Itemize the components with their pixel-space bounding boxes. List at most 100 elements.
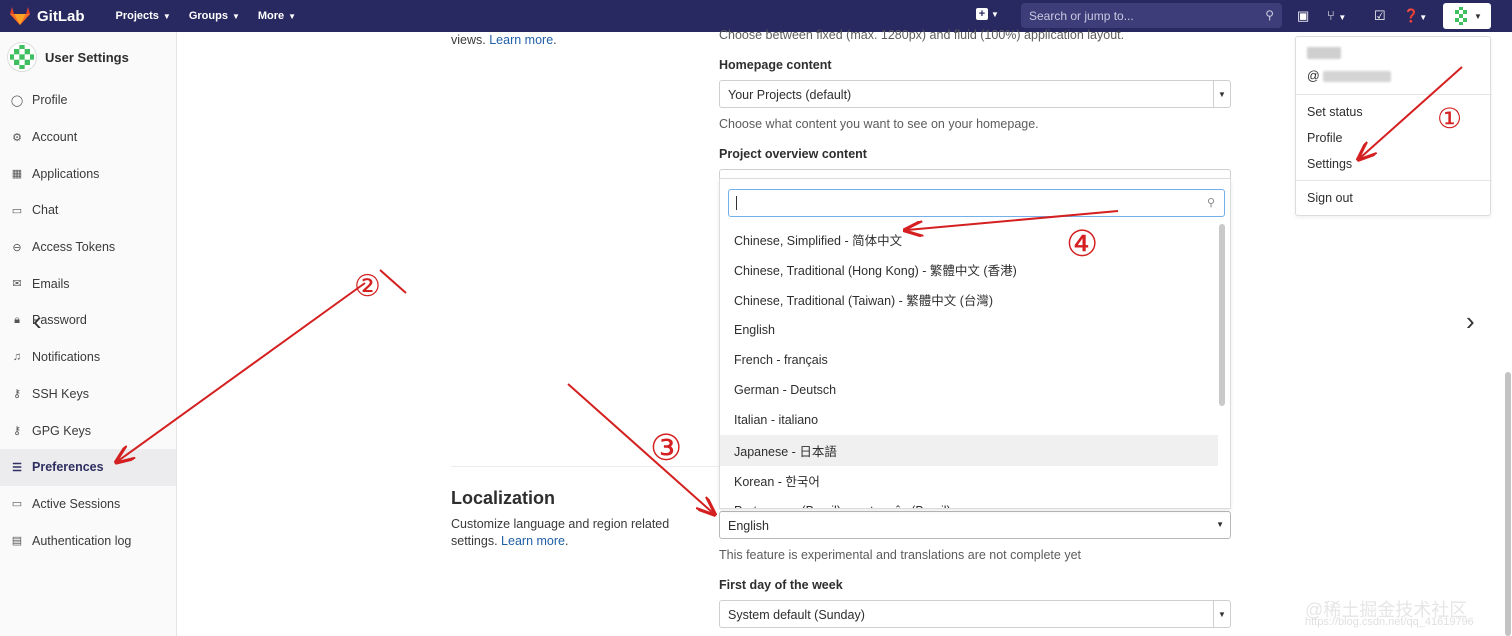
learn-more-link[interactable]: Learn more xyxy=(501,534,565,548)
sidebar-item-chat[interactable]: ▭ Chat xyxy=(0,192,176,229)
nav-more-label: More xyxy=(257,10,285,22)
chevron-down-icon: ▼ xyxy=(1216,520,1224,529)
lock-icon: 🔒︎ xyxy=(14,313,20,326)
homepage-content-label: Homepage content xyxy=(719,58,832,72)
first-day-value: System default (Sunday) xyxy=(728,608,865,622)
sidebar-item-label: Emails xyxy=(32,276,70,291)
sidebar-item-authentication-log[interactable]: ▤ Authentication log xyxy=(0,522,176,559)
sidebar-item-emails[interactable]: ✉ Emails xyxy=(0,265,176,302)
sidebar-item-label: SSH Keys xyxy=(32,386,89,401)
language-option-highlighted[interactable]: Japanese - 日本語 xyxy=(720,435,1218,466)
nav-projects[interactable]: Projects ▼ xyxy=(107,0,180,32)
language-dropdown: ⚲ Chinese, Simplified - 简体中文 Chinese, Tr… xyxy=(719,178,1231,509)
monitor-icon: ▭ xyxy=(11,498,23,511)
page-scrollbar[interactable] xyxy=(1505,372,1511,636)
search-icon: ⚲ xyxy=(1265,8,1274,22)
sidebar-item-applications[interactable]: ▦ Applications xyxy=(0,155,176,192)
settings-item[interactable]: Settings xyxy=(1307,157,1352,171)
first-day-label: First day of the week xyxy=(719,578,843,592)
nav-groups[interactable]: Groups ▼ xyxy=(180,0,249,32)
language-option[interactable]: French - français xyxy=(720,345,1218,375)
sidebar-item-profile[interactable]: ◯ Profile xyxy=(0,82,176,119)
language-value: English xyxy=(728,519,769,533)
log-icon: ▤ xyxy=(11,535,23,548)
homepage-content-select[interactable]: Your Projects (default) ▼ xyxy=(719,80,1231,108)
avatar-icon xyxy=(1452,7,1471,25)
sidebar-item-gpg-keys[interactable]: ⚷ GPG Keys xyxy=(0,412,176,449)
previous-arrow-icon[interactable]: ‹ xyxy=(33,306,42,337)
annotation-arrow-3 xyxy=(567,383,713,513)
bell-icon: ♫ xyxy=(12,351,22,364)
chevron-down-icon: ▼ xyxy=(162,11,171,21)
user-avatar-button[interactable]: ▼ xyxy=(1443,3,1491,29)
applications-icon: ▦ xyxy=(11,168,23,181)
annotation-label-3: ③ xyxy=(650,427,682,468)
layout-help-text: Choose between fixed (max. 1280px) and f… xyxy=(719,28,1125,42)
new-item-button[interactable]: + ▼ xyxy=(976,8,999,20)
sidebar-item-account[interactable]: ⚙ Account xyxy=(0,119,176,156)
token-icon: ⊖ xyxy=(12,241,22,254)
text-cursor xyxy=(736,196,737,210)
username-prefix: @ xyxy=(1307,69,1320,83)
menu-divider xyxy=(1296,180,1492,181)
sidebar-item-label: Chat xyxy=(32,203,59,218)
sidebar-item-notifications[interactable]: ♫ Notifications xyxy=(0,339,176,376)
help-icon[interactable]: ❓▼ xyxy=(1403,8,1427,24)
todo-icon[interactable]: ☑ xyxy=(1374,8,1386,24)
account-icon: ⚙ xyxy=(12,131,22,144)
localization-title: Localization xyxy=(451,488,556,508)
language-option[interactable]: English xyxy=(720,315,1218,345)
chevron-down-icon: ▼ xyxy=(1474,11,1482,21)
settings-sidebar: User Settings ◯ Profile ⚙ Account ▦ Applica… xyxy=(0,32,177,636)
main-nav: Projects ▼ Groups ▼ More ▼ xyxy=(107,0,306,32)
chat-icon: ▭ xyxy=(11,204,23,217)
brand-name: GitLab xyxy=(37,7,85,25)
next-arrow-icon[interactable]: › xyxy=(1466,306,1475,337)
sidebar-item-ssh-keys[interactable]: ⚷ SSH Keys xyxy=(0,376,176,413)
language-option[interactable]: German - Deutsch xyxy=(720,375,1218,405)
search-input[interactable]: Search or jump to... ⚲ xyxy=(1021,3,1282,28)
sidebar-item-label: Access Tokens xyxy=(32,240,116,255)
language-option[interactable]: Korean - 한국어 xyxy=(720,466,1218,496)
language-option[interactable]: Chinese, Traditional (Hong Kong) - 繁體中文 … xyxy=(720,254,1218,284)
issues-icon[interactable]: ▣ xyxy=(1297,8,1309,24)
set-status-item[interactable]: Set status xyxy=(1307,105,1363,119)
language-select[interactable]: English ▼ xyxy=(719,511,1231,539)
sidebar-item-preferences[interactable]: ☰ Preferences xyxy=(0,448,176,486)
profile-item[interactable]: Profile xyxy=(1307,131,1342,145)
sidebar-item-access-tokens[interactable]: ⊖ Access Tokens xyxy=(0,229,176,266)
sidebar-item-label: Account xyxy=(32,130,78,145)
language-option[interactable]: Chinese, Simplified - 简体中文 xyxy=(720,224,1218,254)
sidebar-header[interactable]: User Settings xyxy=(0,32,176,82)
sidebar-item-password[interactable]: 🔒︎ Password xyxy=(0,302,176,339)
language-option[interactable]: Chinese, Traditional (Taiwan) - 繁體中文 (台灣… xyxy=(720,284,1218,314)
first-day-select[interactable]: System default (Sunday) ▼ xyxy=(719,600,1231,628)
key-icon: ⚷ xyxy=(12,425,22,438)
nav-more[interactable]: More ▼ xyxy=(249,0,305,32)
language-option[interactable]: Portuguese (Brazil) - português (Brasil) xyxy=(720,496,1218,508)
watermark-url: https://blog.csdn.net/qq_41619796 xyxy=(1305,616,1474,628)
nav-projects-label: Projects xyxy=(115,10,159,22)
sign-out-item[interactable]: Sign out xyxy=(1307,191,1353,205)
language-search-input[interactable]: ⚲ xyxy=(728,189,1225,217)
language-help-text: This feature is experimental and transla… xyxy=(719,548,1081,562)
gitlab-fox-icon xyxy=(10,7,30,25)
learn-more-link[interactable]: Learn more xyxy=(489,33,553,47)
sidebar-item-label: Authentication log xyxy=(32,533,132,548)
chevron-down-icon: ▼ xyxy=(288,11,297,21)
localization-desc-text: settings. xyxy=(451,534,498,548)
avatar-icon xyxy=(10,45,34,69)
sidebar-item-active-sessions[interactable]: ▭ Active Sessions xyxy=(0,486,176,523)
chevron-down-icon: ▼ xyxy=(1213,601,1230,627)
dropdown-scrollbar[interactable] xyxy=(1219,224,1225,406)
merge-request-icon[interactable]: ⑂ ▼ xyxy=(1327,8,1346,23)
gitlab-logo[interactable]: GitLab xyxy=(10,7,85,25)
homepage-help-text: Choose what content you want to see on y… xyxy=(719,117,1039,131)
language-option[interactable]: Italian - italiano xyxy=(720,405,1218,435)
preferences-icon: ☰ xyxy=(12,461,22,474)
chevron-down-icon: ▼ xyxy=(1213,81,1230,107)
localization-desc-line2: settings. Learn more. xyxy=(451,534,569,548)
avatar xyxy=(7,42,37,72)
project-overview-label: Project overview content xyxy=(719,147,867,161)
user-dropdown-menu: @ Set status Profile Settings Sign out xyxy=(1295,36,1492,216)
